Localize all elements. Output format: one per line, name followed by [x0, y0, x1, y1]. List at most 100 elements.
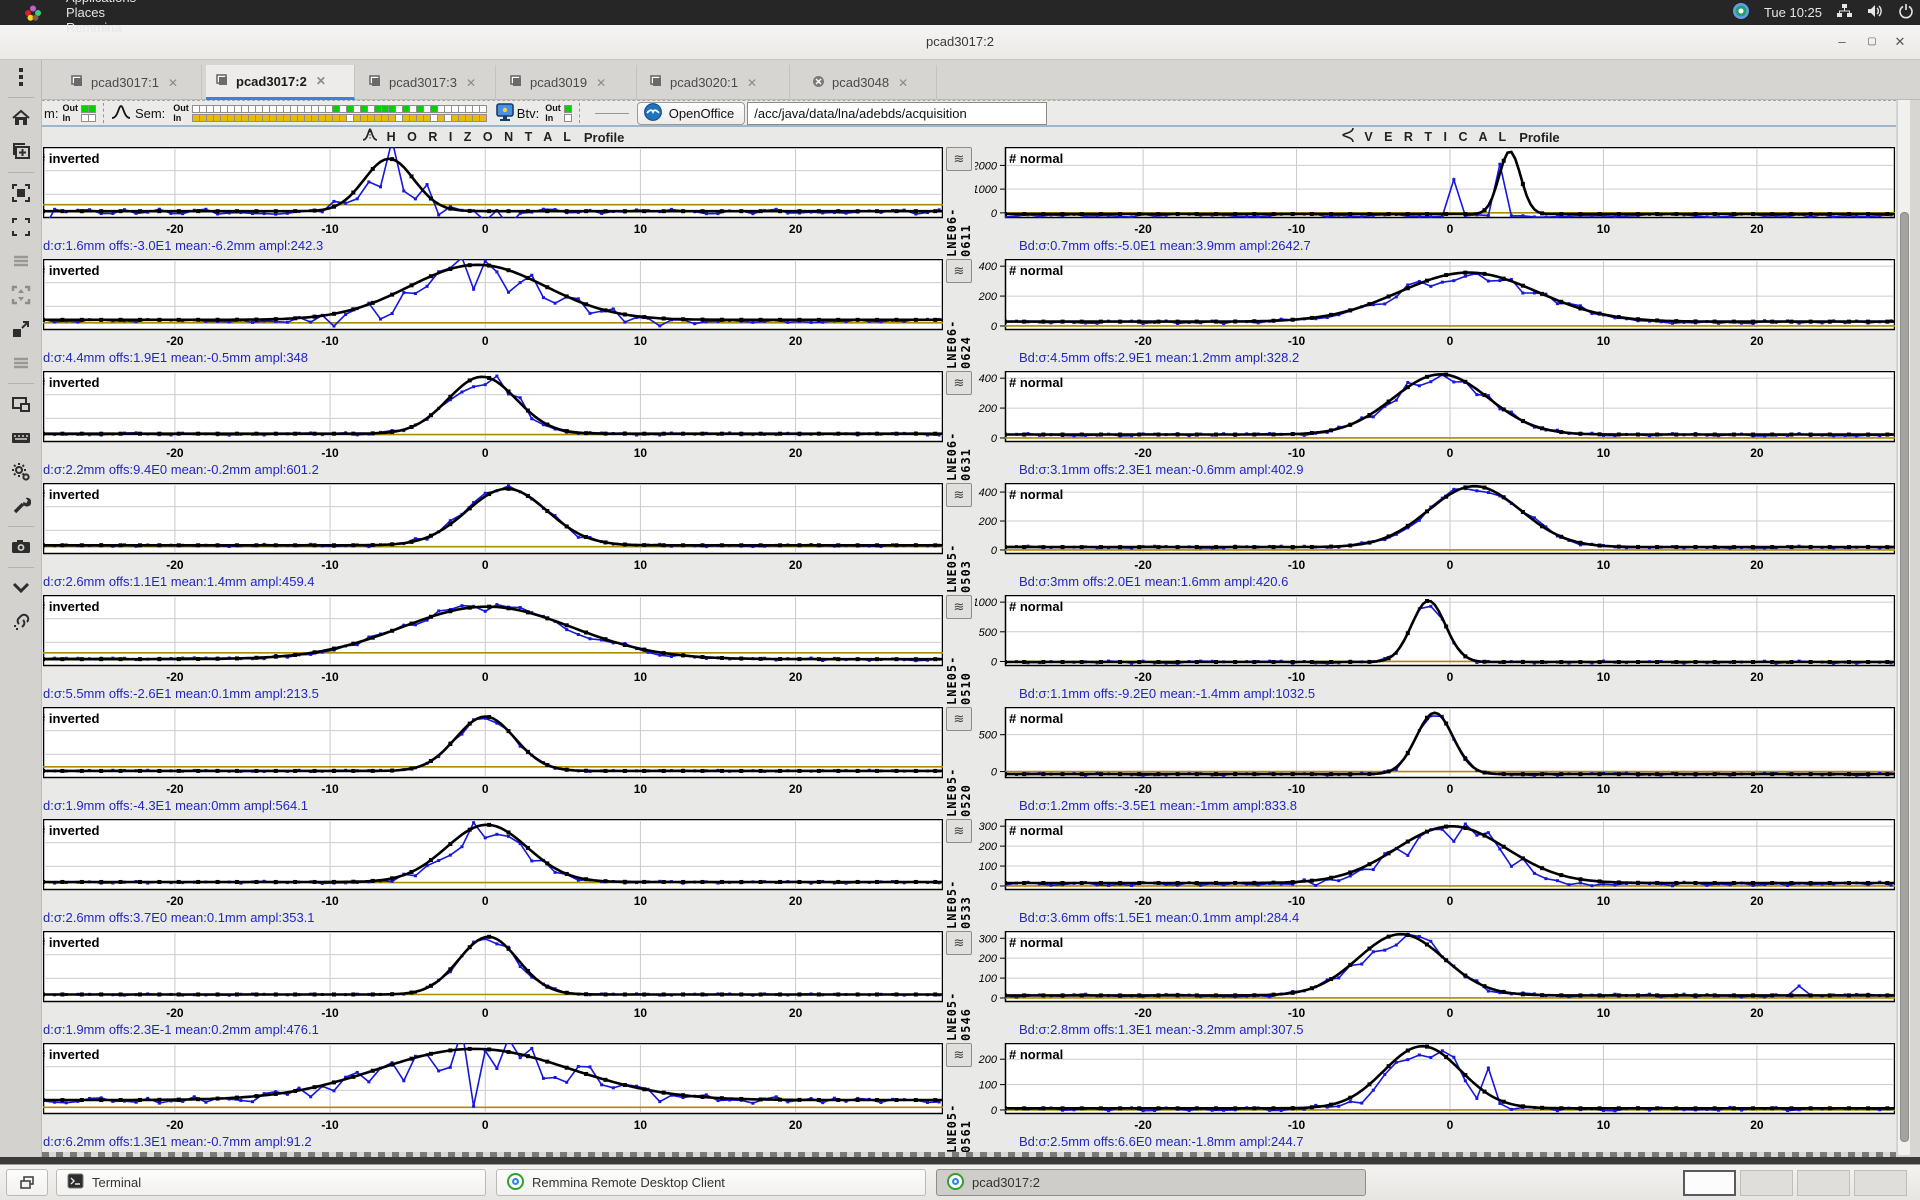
toolbar-slider — [594, 112, 629, 114]
power-icon[interactable] — [1898, 3, 1914, 22]
remmina-tray-icon[interactable] — [1732, 2, 1750, 23]
svg-text:10: 10 — [1597, 446, 1611, 460]
window-titlebar[interactable]: pcad3017:2 – ▢ ✕ — [0, 25, 1920, 60]
waveform-button[interactable]: ≋ — [946, 1043, 972, 1067]
menu-places[interactable]: Places — [48, 5, 154, 20]
tab-close-icon[interactable]: ✕ — [747, 76, 757, 90]
device-strip-LNE05-0546: ≋ LNE05-0546 — [944, 931, 974, 1041]
volume-icon[interactable] — [1867, 3, 1884, 22]
svg-text:0: 0 — [1447, 446, 1454, 460]
device-strip-LNE05-0503: ≋ LNE05-0503 — [944, 483, 974, 593]
workspace-2[interactable] — [1740, 1170, 1793, 1196]
maximize-button[interactable]: ▢ — [1860, 31, 1884, 53]
h-profile-plot-LNE06-0624: -20 -10 0 10 20 # inverted — [42, 258, 944, 351]
remmina-toolbar — [0, 60, 42, 1160]
taskbar-remmina-remote-desktop-client[interactable]: Remmina Remote Desktop Client — [496, 1169, 926, 1196]
svg-text:0: 0 — [1447, 782, 1454, 796]
scrollbar-thumb[interactable] — [1900, 212, 1909, 1142]
menu-remmina[interactable]: Remmina — [48, 20, 154, 35]
svg-text:10: 10 — [1597, 222, 1611, 236]
v-fit-stats: Bd:σ:4.5mm offs:2.9E1 mean:1.2mm ampl:32… — [1019, 350, 1300, 365]
tab-pcad3020:1[interactable]: pcad3020:1 ✕ — [640, 65, 790, 100]
waveform-button[interactable]: ≋ — [946, 819, 972, 843]
taskbar-terminal[interactable]: Terminal — [56, 1169, 486, 1196]
waveform-button[interactable]: ≋ — [946, 483, 972, 507]
waveform-button[interactable]: ≋ — [946, 707, 972, 731]
svg-text:-20: -20 — [1134, 222, 1152, 236]
vertical-scrollbar[interactable] — [1897, 100, 1910, 1155]
minimize-button[interactable]: – — [1830, 31, 1854, 53]
network-icon[interactable] — [1836, 3, 1853, 22]
svg-text:0: 0 — [991, 545, 998, 557]
tab-pcad3017:3[interactable]: pcad3017:3 ✕ — [359, 65, 496, 100]
h-fit-stats: d:σ:1.9mm offs:2.3E-1 mean:0.2mm ampl:47… — [43, 1022, 319, 1037]
grab-keyboard-icon[interactable] — [0, 278, 42, 312]
waveform-button[interactable]: ≋ — [946, 931, 972, 955]
tab-pcad3017:1[interactable]: pcad3017:1 ✕ — [61, 65, 202, 100]
new-connection-icon[interactable] — [0, 135, 42, 169]
menu-lines-icon[interactable] — [0, 244, 42, 278]
screenshot-icon[interactable] — [0, 530, 42, 564]
v-profile-plot-LNE05-0561: -20 -10 0 10 20 0 100 200 # normal — [975, 1042, 1896, 1135]
disconnect-icon[interactable] — [0, 605, 42, 639]
show-desktop-button[interactable] — [6, 1169, 48, 1196]
tab-pcad3019[interactable]: pcad3019 ✕ — [500, 65, 637, 100]
svg-text:200: 200 — [978, 953, 998, 965]
svg-text:0: 0 — [1447, 334, 1454, 348]
horizontal-profile-header-icon — [362, 127, 378, 147]
svg-text:0: 0 — [482, 670, 489, 684]
openoffice-button[interactable]: OpenOffice — [636, 101, 746, 125]
preferences-icon[interactable] — [0, 455, 42, 489]
workspace-4[interactable] — [1854, 1170, 1907, 1196]
svg-text:20: 20 — [1750, 1118, 1764, 1132]
v-fit-stats: Bd:σ:2.8mm offs:1.3E1 mean:-3.2mm ampl:3… — [1019, 1022, 1304, 1037]
multi-monitor-icon[interactable] — [0, 387, 42, 421]
svg-text:0: 0 — [482, 222, 489, 236]
tools-icon[interactable] — [0, 489, 42, 523]
v-profile-plot-LNE05-0533: -20 -10 0 10 20 0 100 200 300 # normal — [975, 818, 1896, 911]
h-profile-plot-LNE05-0510: -20 -10 0 10 20 # inverted — [42, 594, 944, 687]
tab-pcad3017:2[interactable]: pcad3017:2 ✕ — [206, 65, 355, 100]
svg-text:-20: -20 — [1134, 1118, 1152, 1132]
v-profile-plot-LNE05-0503: -20 -10 0 10 20 0 200 400 # normal — [975, 482, 1896, 575]
tab-close-icon[interactable]: ✕ — [316, 74, 326, 88]
h-profile-plot-LNE05-0520: -20 -10 0 10 20 # inverted — [42, 706, 944, 799]
collapse-icon[interactable] — [0, 571, 42, 605]
scaled-mode-icon[interactable] — [0, 176, 42, 210]
tab-close-icon[interactable]: ✕ — [898, 76, 908, 90]
clock[interactable]: Tue 10:25 — [1764, 5, 1822, 20]
h-fit-stats: d:σ:2.6mm offs:3.7E0 mean:0.1mm ampl:353… — [43, 910, 315, 925]
workspace-1[interactable] — [1683, 1170, 1736, 1196]
svg-text:10: 10 — [1597, 1118, 1611, 1132]
fullscreen-icon[interactable] — [0, 210, 42, 244]
svg-text:-10: -10 — [321, 222, 339, 236]
svg-text:0: 0 — [482, 1118, 489, 1132]
svg-text:400: 400 — [979, 487, 998, 499]
waveform-button[interactable]: ≋ — [946, 371, 972, 395]
menu-lines-2-icon[interactable] — [0, 346, 42, 380]
svg-text:20: 20 — [1750, 558, 1764, 572]
kebab-menu-icon[interactable] — [0, 60, 42, 94]
workspace-3[interactable] — [1797, 1170, 1850, 1196]
taskbar-pcad3017-2[interactable]: pcad3017:2 — [936, 1169, 1366, 1196]
svg-text:-20: -20 — [166, 782, 184, 796]
waveform-button[interactable]: ≋ — [946, 595, 972, 619]
keyboard-icon[interactable] — [0, 421, 42, 455]
waveform-button[interactable]: ≋ — [946, 259, 972, 283]
tab-pcad3048[interactable]: pcad3048 ✕ — [802, 65, 937, 100]
close-button[interactable]: ✕ — [1888, 31, 1912, 53]
svg-text:10: 10 — [634, 670, 648, 684]
vertical-profile-header: V E R T I C A L Profile — [1005, 127, 1895, 146]
tab-close-icon[interactable]: ✕ — [168, 76, 178, 90]
svg-text:-10: -10 — [321, 558, 339, 572]
svg-text:-10: -10 — [1288, 782, 1306, 796]
waveform-button[interactable]: ≋ — [946, 147, 972, 171]
path-field[interactable]: /acc/java/data/lna/adebds/acquisition — [747, 101, 1048, 125]
svg-text:2000: 2000 — [975, 160, 998, 172]
tab-close-icon[interactable]: ✕ — [466, 76, 476, 90]
home-icon[interactable] — [0, 101, 42, 135]
device-label: LNE05-0510 — [945, 655, 973, 705]
svg-text:500: 500 — [979, 730, 998, 742]
tab-close-icon[interactable]: ✕ — [596, 76, 606, 90]
resize-window-icon[interactable] — [0, 312, 42, 346]
